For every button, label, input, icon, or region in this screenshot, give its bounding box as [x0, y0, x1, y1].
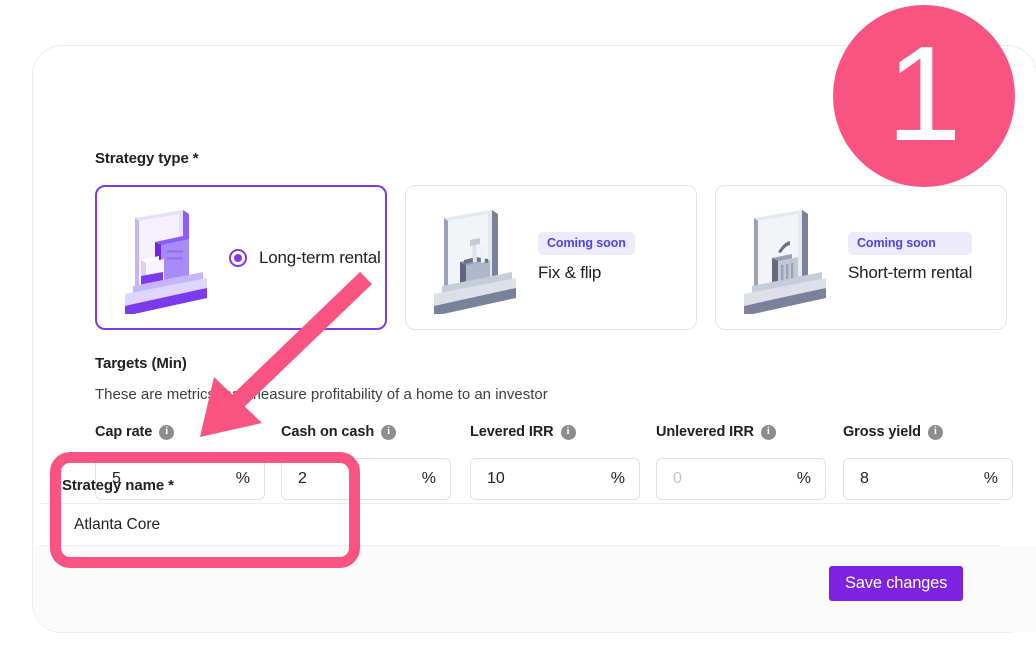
field-label-text: Levered IRR	[470, 424, 554, 440]
house-suitcase-isometric-icon	[744, 209, 826, 314]
input-unit: %	[983, 470, 998, 487]
house-box-isometric-icon	[125, 209, 207, 314]
input-unlevered-irr[interactable]: 0 %	[656, 458, 826, 500]
input-unit: %	[235, 470, 250, 487]
input-placeholder: 0	[673, 470, 682, 487]
strategy-option-body: Long-term rental	[229, 248, 381, 268]
strategy-option-body: Coming soon Short-term rental	[848, 232, 972, 283]
input-value: 10	[487, 470, 505, 487]
strategy-option-body: Coming soon Fix & flip	[538, 232, 635, 283]
input-unit: %	[796, 470, 811, 487]
field-label-cap-rate: Cap rate i	[95, 424, 175, 440]
strategy-option-label: Long-term rental	[259, 247, 381, 267]
coming-soon-badge: Coming soon	[538, 232, 635, 255]
strategy-name-input[interactable]: Atlanta Core	[40, 503, 1000, 546]
input-unit: %	[610, 470, 625, 487]
field-label-text: Cap rate	[95, 424, 153, 440]
field-label-unlevered-irr: Unlevered IRR i	[656, 424, 776, 440]
info-icon[interactable]: i	[927, 424, 943, 440]
strategy-name-value: Atlanta Core	[74, 515, 161, 533]
input-value: 2	[298, 470, 307, 487]
field-label-levered-irr: Levered IRR i	[470, 424, 576, 440]
radio-long-term-rental[interactable]	[229, 248, 247, 267]
strategy-option-fix-and-flip[interactable]: Coming soon Fix & flip	[405, 185, 697, 330]
info-icon[interactable]: i	[159, 424, 175, 440]
field-label-text: Unlevered IRR	[656, 424, 754, 440]
strategy-option-row: Long-term rental	[229, 248, 381, 268]
field-label-gross-yield: Gross yield i	[843, 424, 943, 440]
info-icon[interactable]: i	[760, 424, 776, 440]
strategy-option-label: Fix & flip	[538, 263, 602, 282]
strategy-option-short-term-rental[interactable]: Coming soon Short-term rental	[715, 185, 1007, 330]
coming-soon-badge: Coming soon	[848, 232, 973, 255]
input-cash-on-cash[interactable]: 2 %	[281, 458, 451, 500]
field-label-cash-on-cash: Cash on cash i	[281, 424, 397, 440]
strategy-type-label: Strategy type *	[95, 150, 199, 167]
house-toolbox-isometric-icon	[434, 209, 516, 314]
strategy-option-long-term-rental[interactable]: Long-term rental	[95, 185, 387, 330]
input-unit: %	[421, 470, 436, 487]
info-icon[interactable]: i	[560, 424, 576, 440]
strategy-option-label: Short-term rental	[848, 263, 973, 282]
input-levered-irr[interactable]: 10 %	[470, 458, 640, 500]
input-value: 8	[860, 470, 869, 487]
targets-description: These are metrics that measure profitabi…	[95, 386, 548, 403]
field-label-text: Cash on cash	[281, 424, 375, 440]
targets-label: Targets (Min)	[95, 355, 187, 372]
info-icon[interactable]: i	[381, 424, 397, 440]
input-gross-yield[interactable]: 8 %	[843, 458, 1013, 500]
strategy-name-label: Strategy name *	[62, 477, 174, 494]
field-label-text: Gross yield	[843, 424, 921, 440]
save-changes-button[interactable]: Save changes	[829, 566, 964, 601]
